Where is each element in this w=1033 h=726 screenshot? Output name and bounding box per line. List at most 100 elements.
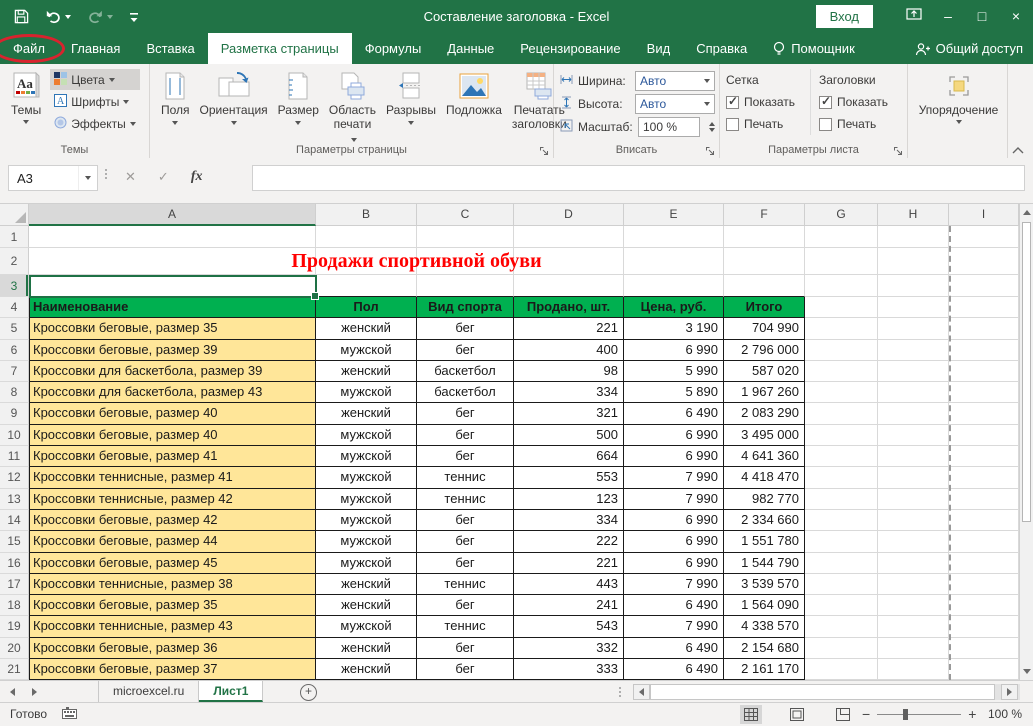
cell-A5[interactable]: Кроссовки беговые, размер 35 xyxy=(29,318,316,339)
cell-D21[interactable]: 333 xyxy=(514,659,624,680)
cell-I12[interactable] xyxy=(949,467,1019,488)
insert-function-icon[interactable]: fx xyxy=(191,169,203,185)
cell-E9[interactable]: 6 490 xyxy=(624,403,724,424)
column-header-h[interactable]: H xyxy=(878,204,949,226)
cell-C7[interactable]: баскетбол xyxy=(417,361,514,382)
cell-F16[interactable]: 1 544 790 xyxy=(724,553,805,574)
colors-button[interactable]: Цвета xyxy=(50,69,140,90)
zoom-slider-thumb[interactable] xyxy=(903,709,908,720)
cell-A2[interactable] xyxy=(29,248,316,275)
cell-D13[interactable]: 123 xyxy=(514,489,624,510)
row-header-1[interactable]: 1 xyxy=(0,226,29,248)
cell-B9[interactable]: женский xyxy=(316,403,417,424)
fill-handle[interactable] xyxy=(311,292,319,300)
cell-E5[interactable]: 3 190 xyxy=(624,318,724,339)
cell-G1[interactable] xyxy=(805,226,878,248)
customize-qat-icon[interactable] xyxy=(129,11,139,23)
cell-C5[interactable]: бег xyxy=(417,318,514,339)
cell-G21[interactable] xyxy=(805,659,878,680)
cell-A21[interactable]: Кроссовки беговые, размер 37 xyxy=(29,659,316,680)
horizontal-scroll-thumb[interactable] xyxy=(650,684,995,700)
cell-G9[interactable] xyxy=(805,403,878,424)
cell-A15[interactable]: Кроссовки беговые, размер 44 xyxy=(29,531,316,552)
cell-D1[interactable] xyxy=(514,226,624,248)
undo-icon[interactable] xyxy=(45,10,71,24)
background-button[interactable]: Подложка xyxy=(441,69,507,119)
cell-B18[interactable]: женский xyxy=(316,595,417,616)
cell-I19[interactable] xyxy=(949,616,1019,637)
sheet-grid[interactable]: ABCDEFGHI1234НаименованиеПолВид спортаПр… xyxy=(0,204,1033,680)
cell-I17[interactable] xyxy=(949,574,1019,595)
cell-G18[interactable] xyxy=(805,595,878,616)
row-header-15[interactable]: 15 xyxy=(0,531,29,552)
tab-help[interactable]: Справка xyxy=(683,33,760,64)
print-area-button[interactable]: Областьпечати xyxy=(324,69,381,147)
cell-I15[interactable] xyxy=(949,531,1019,552)
share-button[interactable]: Общий доступ xyxy=(915,33,1023,64)
cell-A16[interactable]: Кроссовки беговые, размер 45 xyxy=(29,553,316,574)
sheet-options-dialog-launcher-icon[interactable] xyxy=(893,144,904,155)
cell-I14[interactable] xyxy=(949,510,1019,531)
save-icon[interactable] xyxy=(14,9,29,24)
cell-B15[interactable]: мужской xyxy=(316,531,417,552)
cell-C21[interactable]: бег xyxy=(417,659,514,680)
column-header-b[interactable]: B xyxy=(316,204,417,226)
cell-F6[interactable]: 2 796 000 xyxy=(724,340,805,361)
cell-C4[interactable]: Вид спорта xyxy=(417,297,514,318)
cell-E18[interactable]: 6 490 xyxy=(624,595,724,616)
cell-D20[interactable]: 332 xyxy=(514,638,624,659)
cell-B4[interactable]: Пол xyxy=(316,297,417,318)
cell-C6[interactable]: бег xyxy=(417,340,514,361)
cancel-icon[interactable]: ✕ xyxy=(125,169,136,185)
tab-data[interactable]: Данные xyxy=(434,33,507,64)
cell-G17[interactable] xyxy=(805,574,878,595)
cell-G13[interactable] xyxy=(805,489,878,510)
cell-F9[interactable]: 2 083 290 xyxy=(724,403,805,424)
cell-C18[interactable]: бег xyxy=(417,595,514,616)
cell-D4[interactable]: Продано, шт. xyxy=(514,297,624,318)
cell-E14[interactable]: 6 990 xyxy=(624,510,724,531)
cell-E3[interactable] xyxy=(624,275,724,297)
cell-C10[interactable]: бег xyxy=(417,425,514,446)
cell-H4[interactable] xyxy=(878,297,949,318)
cell-D5[interactable]: 221 xyxy=(514,318,624,339)
formula-bar-grip[interactable] xyxy=(105,169,107,179)
gridlines-view-checkbox[interactable] xyxy=(726,96,739,109)
cell-D7[interactable]: 98 xyxy=(514,361,624,382)
zoom-slider[interactable] xyxy=(877,714,961,715)
cell-C13[interactable]: теннис xyxy=(417,489,514,510)
row-header-11[interactable]: 11 xyxy=(0,446,29,467)
row-header-18[interactable]: 18 xyxy=(0,595,29,616)
cell-E12[interactable]: 7 990 xyxy=(624,467,724,488)
cell-F12[interactable]: 4 418 470 xyxy=(724,467,805,488)
cell-H12[interactable] xyxy=(878,467,949,488)
redo-icon[interactable] xyxy=(87,10,113,24)
cell-D19[interactable]: 543 xyxy=(514,616,624,637)
cell-C1[interactable] xyxy=(417,226,514,248)
cell-C20[interactable]: бег xyxy=(417,638,514,659)
cell-F14[interactable]: 2 334 660 xyxy=(724,510,805,531)
maximize-button[interactable]: □ xyxy=(965,0,999,33)
column-header-a[interactable]: A xyxy=(29,204,316,226)
breaks-button[interactable]: Разрывы xyxy=(381,69,441,127)
cell-I18[interactable] xyxy=(949,595,1019,616)
cell-H2[interactable] xyxy=(878,248,949,275)
cell-C17[interactable]: теннис xyxy=(417,574,514,595)
cell-E17[interactable]: 7 990 xyxy=(624,574,724,595)
view-page-break-button[interactable] xyxy=(832,705,854,724)
cell-E19[interactable]: 7 990 xyxy=(624,616,724,637)
cell-C14[interactable]: бег xyxy=(417,510,514,531)
cell-G2[interactable] xyxy=(805,248,878,275)
scale-spinner[interactable]: 100 % xyxy=(638,117,700,137)
cell-A12[interactable]: Кроссовки теннисные, размер 41 xyxy=(29,467,316,488)
cell-H9[interactable] xyxy=(878,403,949,424)
cell-B16[interactable]: мужской xyxy=(316,553,417,574)
cell-H8[interactable] xyxy=(878,382,949,403)
cell-A10[interactable]: Кроссовки беговые, размер 40 xyxy=(29,425,316,446)
cell-G4[interactable] xyxy=(805,297,878,318)
cell-C11[interactable]: бег xyxy=(417,446,514,467)
cell-F4[interactable]: Итого xyxy=(724,297,805,318)
cell-B21[interactable]: женский xyxy=(316,659,417,680)
cell-H18[interactable] xyxy=(878,595,949,616)
scroll-up-icon[interactable] xyxy=(1023,210,1031,215)
